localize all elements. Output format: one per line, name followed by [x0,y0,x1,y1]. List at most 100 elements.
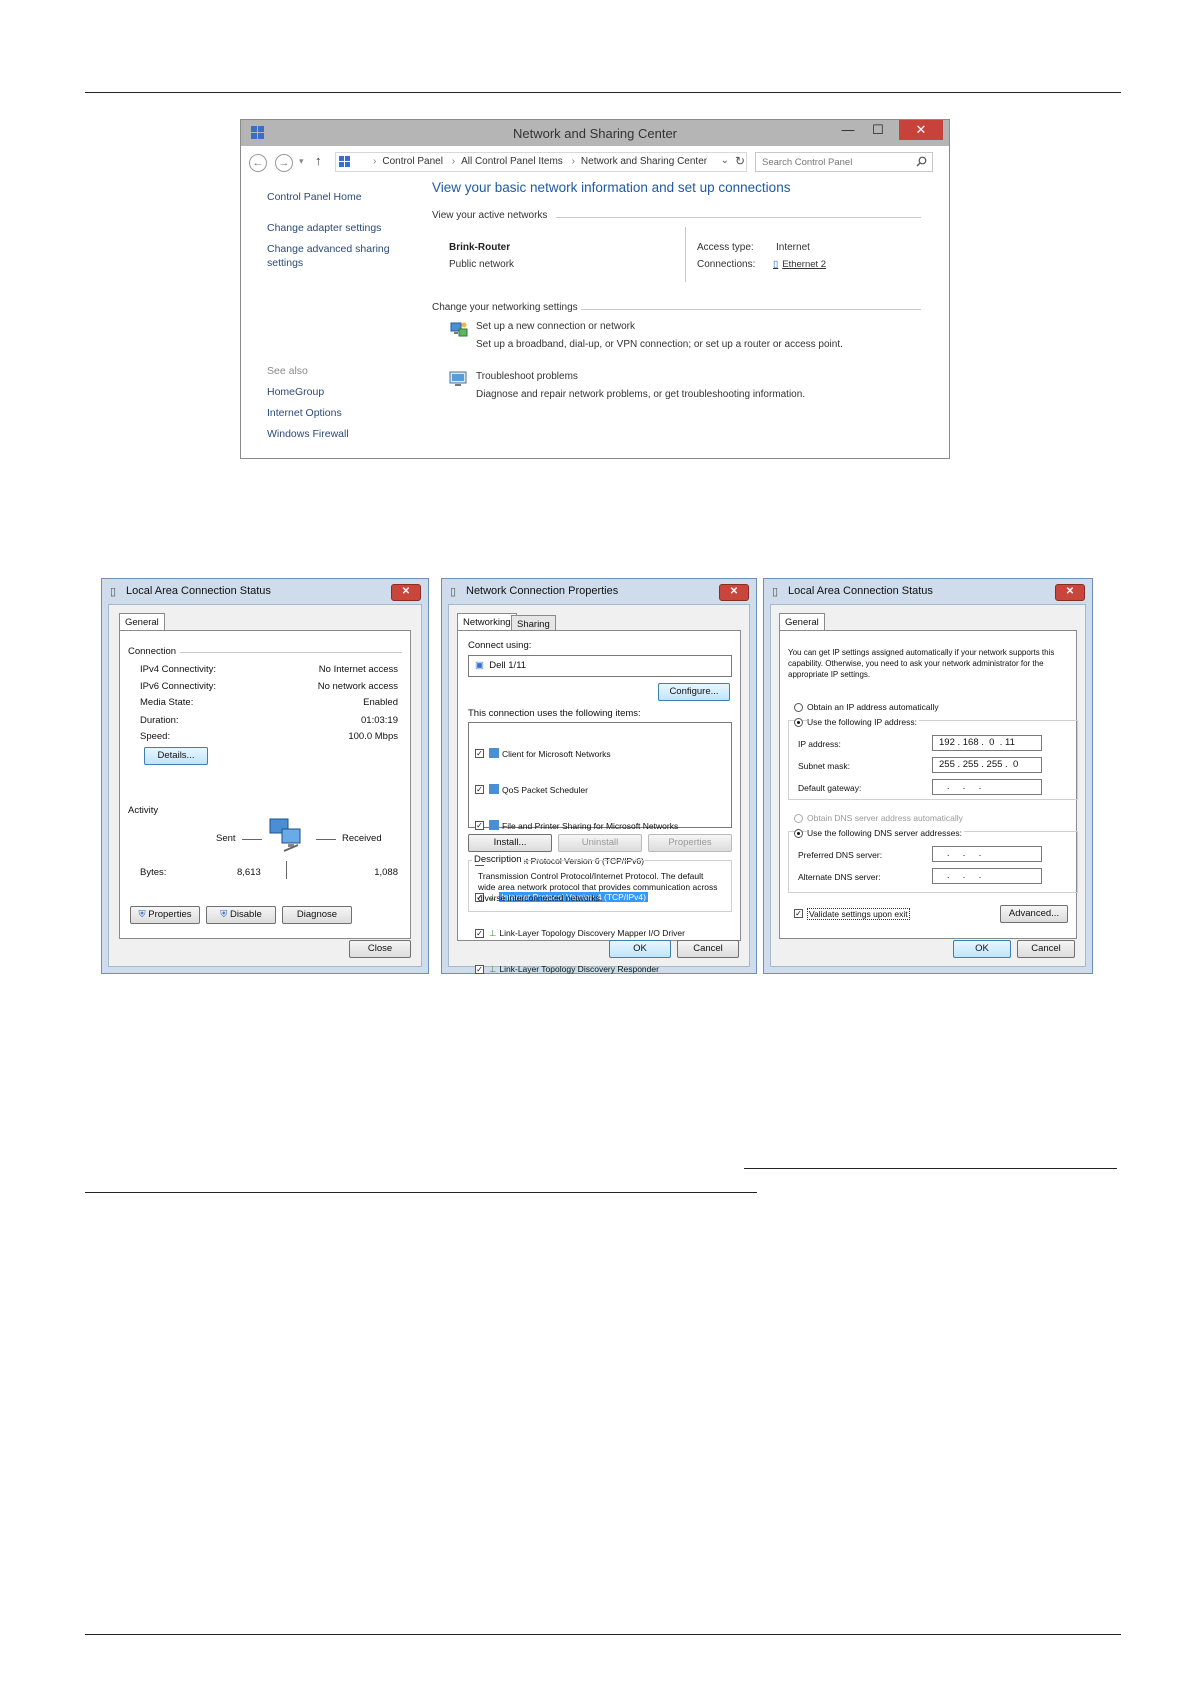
tab-general[interactable]: General [779,613,825,630]
ethernet-link[interactable]: ▯ Ethernet 2 [773,259,826,270]
minimize-button[interactable]: — [835,120,861,142]
item-label: File and Printer Sharing for Microsoft N… [502,821,679,831]
item-label: Client for Microsoft Networks [502,749,611,759]
connection-properties-dialog: ▯ Network Connection Properties ✕ Networ… [441,578,757,974]
sidebar-item-advanced-2[interactable]: settings [267,257,303,269]
breadcrumb-network-center[interactable]: Network and Sharing Center [581,156,707,167]
diagnose-button[interactable]: Diagnose [282,906,352,924]
close-button[interactable]: ✕ [899,120,943,140]
refresh-icon[interactable]: ↻ [735,154,745,168]
sidebar-item-advanced[interactable]: Change advanced sharing [267,243,390,255]
item-checkbox[interactable]: ✓ [475,929,484,938]
setup-connection-desc: Set up a broadband, dial-up, or VPN conn… [476,339,843,350]
close-dialog-button[interactable]: Close [349,940,411,958]
title-bar: ▯ Local Area Connection Status ✕ [102,579,428,604]
item-properties-button[interactable]: Properties [648,834,732,852]
use-ip-label[interactable]: Use the following IP address: [807,717,919,727]
control-panel-icon [339,156,350,167]
divider [180,652,402,653]
install-button[interactable]: Install... [468,834,552,852]
cancel-button[interactable]: Cancel [677,940,739,958]
recent-dropdown-icon[interactable]: ▾ [299,156,304,167]
chevron-right-icon: › [451,156,456,167]
breadcrumb-all-items[interactable]: All Control Panel Items [461,156,563,167]
dialog-title: Local Area Connection Status [126,585,271,597]
obtain-dns-label[interactable]: Obtain DNS server address automatically [807,813,963,823]
advanced-button[interactable]: Advanced... [1000,905,1068,923]
list-item[interactable]: ✓ QoS Packet Scheduler [475,783,588,797]
items-list[interactable]: ✓ Client for Microsoft Networks ✓ QoS Pack… [468,722,732,974]
cancel-button[interactable]: Cancel [1017,940,1075,958]
chevron-right-icon: › [373,156,377,167]
validate-checkbox[interactable]: ✓ [794,909,803,918]
bytes-label: Bytes: [140,867,167,878]
up-arrow-icon[interactable]: ↑ [315,153,322,168]
sidebar-item-homegroup[interactable]: HomeGroup [267,386,324,398]
setup-connection-link[interactable]: Set up a new connection or network [476,321,635,332]
validate-label[interactable]: Validate settings upon exit [807,908,910,920]
item-checkbox[interactable]: ✓ [475,749,484,758]
tab-networking[interactable]: Networking [457,613,517,630]
network-type[interactable]: Public network [449,259,514,270]
item-checkbox[interactable]: ✓ [475,785,484,794]
details-button[interactable]: Details... [144,747,208,765]
gateway-input[interactable]: . . . [932,779,1042,795]
speed-value: 100.0 Mbps [348,731,398,742]
troubleshoot-link[interactable]: Troubleshoot problems [476,371,578,382]
item-checkbox[interactable]: ✓ [475,965,484,974]
item-checkbox[interactable]: ✓ [475,821,484,830]
close-button[interactable]: ✕ [719,584,749,601]
ok-button[interactable]: OK [953,940,1011,958]
client-icon [489,748,499,758]
list-item[interactable]: ✓ Client for Microsoft Networks [475,747,611,761]
alternate-dns-label: Alternate DNS server: [798,872,881,882]
list-item[interactable]: ✓ ⊥ Link-Layer Topology Discovery Responde… [475,963,659,977]
ip-address-input[interactable]: 192 . 168 . 0 . 11 [932,735,1042,751]
sidebar-item-internet-options[interactable]: Internet Options [267,407,342,419]
dialog-body: General You can get IP settings assigned… [770,604,1086,967]
use-dns-radio[interactable] [794,829,803,838]
network-adapter-icon: ▣ [475,660,484,671]
close-button[interactable]: ✕ [1055,584,1085,601]
gateway-label: Default gateway: [798,783,862,793]
use-ip-radio[interactable] [794,718,803,727]
protocol-icon: ⊥ [489,964,497,974]
obtain-ip-label[interactable]: Obtain an IP address automatically [807,702,939,712]
scheduler-icon [489,784,499,794]
properties-button[interactable]: ⛨ Properties [130,906,200,924]
close-button[interactable]: ✕ [391,584,421,601]
properties-button-label: Properties [148,909,192,920]
back-icon[interactable]: ← [249,154,267,172]
connection-status-dialog: ▯ Local Area Connection Status ✕ General… [101,578,429,974]
obtain-ip-radio[interactable] [794,703,803,712]
ipv4-properties-dialog: ▯ Local Area Connection Status ✕ General… [763,578,1093,974]
maximize-button[interactable]: ☐ [865,120,891,142]
alternate-dns-input[interactable]: . . . [932,868,1042,884]
search-icon[interactable] [916,156,927,167]
preferred-dns-input[interactable]: . . . [932,846,1042,862]
ok-button[interactable]: OK [609,940,671,958]
forward-icon[interactable]: → [275,154,293,172]
uninstall-button[interactable]: Uninstall [558,834,642,852]
file-sharing-icon [489,820,499,830]
sidebar-item-adapter[interactable]: Change adapter settings [267,222,381,234]
breadcrumb-control-panel[interactable]: Control Panel [382,156,443,167]
sidebar-item-firewall[interactable]: Windows Firewall [267,428,349,440]
configure-button[interactable]: Configure... [658,683,730,701]
disable-button[interactable]: ⛨ Disable [206,906,276,924]
use-dns-label[interactable]: Use the following DNS server addresses: [807,828,964,838]
sidebar-item-home[interactable]: Control Panel Home [267,191,362,203]
tab-sharing[interactable]: Sharing [511,615,556,630]
change-settings-label: Change your networking settings [432,302,578,313]
chevron-down-icon[interactable]: ⌄ [721,155,729,166]
search-input[interactable]: Search Control Panel [755,152,933,172]
subnet-mask-input[interactable]: 255 . 255 . 255 . 0 [932,757,1042,773]
tab-general[interactable]: General [119,613,165,630]
obtain-dns-radio[interactable] [794,814,803,823]
shield-icon: ⛨ [220,909,228,920]
address-bar: ← → ▾ ↑ › Control Panel › All Control Pane… [249,152,941,174]
divider [556,217,921,218]
troubleshoot-icon [449,371,467,386]
list-item[interactable]: ✓ File and Printer Sharing for Microsoft … [475,819,678,833]
list-item[interactable]: ✓ ⊥ Link-Layer Topology Discovery Mapper I… [475,927,685,941]
